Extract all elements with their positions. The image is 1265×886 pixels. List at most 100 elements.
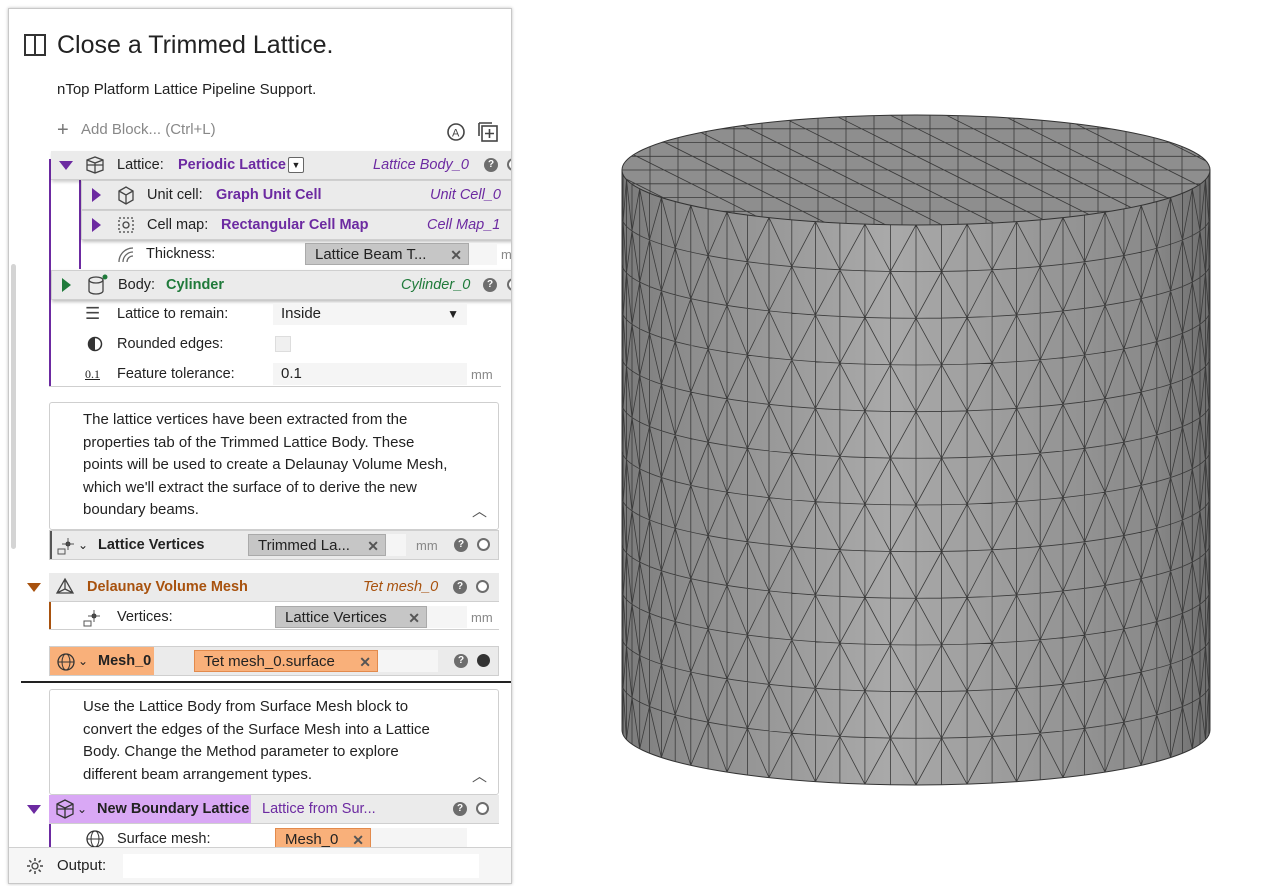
expand-arrow-icon[interactable] xyxy=(92,218,101,232)
chevron-down-icon[interactable]: ⌄ xyxy=(78,647,88,675)
plus-icon[interactable]: + xyxy=(57,119,69,142)
expand-arrow-icon[interactable] xyxy=(92,188,101,202)
lattice-vertices-label: Lattice Vertices xyxy=(98,537,205,553)
unit-cell-row[interactable]: Unit cell: Graph Unit Cell Unit Cell_0 ? xyxy=(81,180,511,210)
boundary-lattice-row[interactable]: ⌄ New Boundary Lattice Lattice from Sur.… xyxy=(27,795,499,824)
remove-icon[interactable]: ✕ xyxy=(367,535,379,555)
note-boundary-lattice: Use the Lattice Body from Surface Mesh b… xyxy=(49,689,499,795)
add-block-button[interactable]: Add Block... (Ctrl+L) xyxy=(81,121,216,138)
unit-cell-label: Unit cell: xyxy=(147,187,203,203)
collapse-arrow-icon[interactable] xyxy=(59,161,73,170)
mesh0-row[interactable]: ⌄ Mesh_0 Tet mesh_0.surface ✕ ? xyxy=(49,646,499,676)
point-list-icon xyxy=(57,538,74,555)
body-row[interactable]: Body: Cylinder Cylinder_0 ? xyxy=(51,270,511,300)
point-list-icon xyxy=(83,610,100,627)
remove-icon[interactable]: ✕ xyxy=(359,651,371,671)
visibility-icon[interactable] xyxy=(477,538,490,551)
lattice-type: Periodic Lattice xyxy=(178,157,286,173)
auto-name-icon[interactable]: A xyxy=(445,121,467,143)
lattice-to-remain-row: ☰ Lattice to remain: Inside ▼ xyxy=(51,300,501,328)
thickness-chip[interactable]: Lattice Beam T... ✕ xyxy=(305,243,469,265)
mesh0-label: Mesh_0 xyxy=(98,653,152,669)
vertices-chip[interactable]: Lattice Vertices ✕ xyxy=(275,606,427,628)
vertices-row: Vertices: Lattice Vertices ✕ mm xyxy=(49,603,499,631)
group-bottom-line xyxy=(49,629,499,630)
body-name: Cylinder_0 xyxy=(401,277,471,293)
visibility-icon[interactable] xyxy=(507,278,511,291)
remove-icon[interactable]: ✕ xyxy=(408,607,420,627)
section-divider xyxy=(21,681,511,683)
collapse-arrow-icon[interactable] xyxy=(27,805,41,814)
help-icon[interactable]: ? xyxy=(453,580,467,594)
lattice-row[interactable]: Lattice: Periodic Lattice ▼ Lattice Body… xyxy=(51,151,511,180)
chevron-down-icon[interactable]: ⌄ xyxy=(77,795,87,823)
note-text: The lattice vertices have been extracted… xyxy=(83,411,448,518)
lattice-vertices-row[interactable]: ⌄ Lattice Vertices Trimmed La... ✕ mm ? xyxy=(49,530,499,560)
mesh0-value: Tet mesh_0.surface xyxy=(204,653,335,670)
feature-tolerance-row: 0.1 Feature tolerance: 0.1 mm xyxy=(51,360,501,388)
dropdown-arrow-icon[interactable]: ▼ xyxy=(447,300,459,328)
add-block-box-icon[interactable] xyxy=(476,120,500,144)
delaunay-name: Tet mesh_0 xyxy=(363,579,439,595)
collapse-arrow-icon[interactable] xyxy=(27,583,41,592)
remove-icon[interactable]: ✕ xyxy=(450,244,462,264)
panel-scrollbar[interactable] xyxy=(11,264,16,549)
unit-cell-name: Unit Cell_0 xyxy=(430,187,501,203)
visibility-icon[interactable] xyxy=(507,158,511,171)
cell-map-name: Cell Map_1 xyxy=(427,217,501,233)
expand-arrow-icon[interactable] xyxy=(62,278,71,292)
lattice-name: Lattice Body_0 xyxy=(373,157,469,173)
viewport-cylinder[interactable] xyxy=(600,110,1240,790)
panel-toggle-icon[interactable] xyxy=(23,33,47,57)
vertices-label: Vertices: xyxy=(117,609,173,625)
lattice-to-remain-select[interactable]: Inside ▼ xyxy=(273,303,467,325)
cell-map-label: Cell map: xyxy=(147,217,209,233)
visibility-icon[interactable] xyxy=(476,580,489,593)
thickness-row: Thickness: Lattice Beam T... ✕ mm xyxy=(81,240,511,268)
cylinder-icon xyxy=(88,274,108,295)
help-icon[interactable]: ? xyxy=(483,278,497,292)
help-icon[interactable]: ? xyxy=(484,158,498,172)
vertices-unit: mm xyxy=(471,610,493,625)
visibility-icon[interactable] xyxy=(477,654,490,667)
feature-tolerance-label: Feature tolerance: xyxy=(117,366,235,382)
feature-tolerance-input[interactable]: 0.1 xyxy=(273,363,467,385)
help-icon[interactable]: ? xyxy=(454,538,468,552)
output-gear-icon xyxy=(27,858,43,874)
row-bar xyxy=(50,531,52,559)
note-text: Use the Lattice Body from Surface Mesh b… xyxy=(83,698,430,783)
note-lattice-vertices: The lattice vertices have been extracted… xyxy=(49,402,499,530)
thickness-label: Thickness: xyxy=(146,246,216,262)
lattice-vertices-unit: mm xyxy=(416,538,438,553)
output-field[interactable] xyxy=(123,854,479,878)
collapse-chevron-icon[interactable]: ︿ xyxy=(472,501,487,524)
rounded-edges-label: Rounded edges: xyxy=(117,336,224,352)
tolerance-icon: 0.1 xyxy=(85,367,100,381)
tetra-mesh-icon xyxy=(55,577,75,594)
surface-mesh-value: Mesh_0 xyxy=(285,831,339,848)
lattice-to-remain-label: Lattice to remain: xyxy=(117,306,229,322)
collapse-chevron-icon[interactable]: ︿ xyxy=(472,766,487,789)
help-icon[interactable]: ? xyxy=(453,802,467,816)
help-icon[interactable]: ? xyxy=(454,654,468,668)
visibility-icon[interactable] xyxy=(476,802,489,815)
lattice-icon xyxy=(56,799,74,819)
rounded-edges-checkbox[interactable] xyxy=(275,336,291,352)
svg-text:A: A xyxy=(452,128,460,140)
chevron-down-icon[interactable]: ⌄ xyxy=(78,531,88,559)
cell-map-row[interactable]: Cell map: Rectangular Cell Map Cell Map_… xyxy=(81,210,511,240)
lattice-to-remain-value: Inside xyxy=(281,305,322,322)
lattice-vertices-chip[interactable]: Trimmed La... ✕ xyxy=(248,534,386,556)
chevron-down-icon[interactable]: ▼ xyxy=(288,157,304,173)
lattice-vertices-value: Trimmed La... xyxy=(258,537,350,554)
feature-tolerance-unit: mm xyxy=(471,367,493,382)
mesh0-chip[interactable]: Tet mesh_0.surface ✕ xyxy=(194,650,378,672)
mesh-sphere-icon xyxy=(57,653,75,671)
lattice-icon xyxy=(86,156,104,174)
output-bar: Output: xyxy=(9,847,511,883)
cylinder-mesh xyxy=(621,114,1211,786)
boundary-name: Lattice from Sur... xyxy=(262,801,376,817)
unit-cell-type: Graph Unit Cell xyxy=(216,187,322,203)
delaunay-row[interactable]: Delaunay Volume Mesh Tet mesh_0 ? xyxy=(27,573,499,602)
thickness-icon xyxy=(118,247,134,263)
